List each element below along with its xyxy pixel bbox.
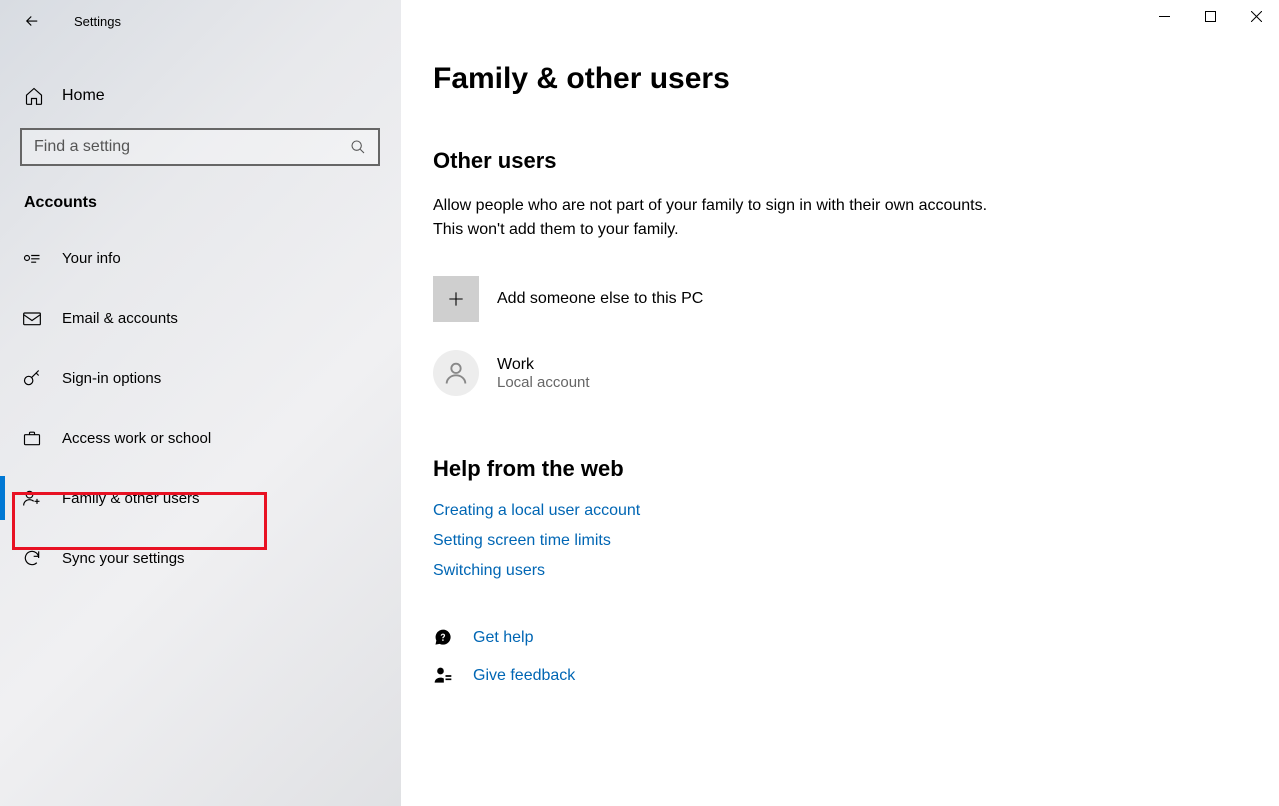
sidebar-item-email-accounts[interactable]: Email & accounts — [0, 288, 401, 348]
account-name: Work — [497, 356, 590, 374]
sidebar-section-header: Accounts — [0, 166, 401, 228]
help-link-switch-users[interactable]: Switching users — [433, 562, 1229, 580]
sync-icon — [22, 548, 42, 568]
titlebar: Settings — [0, 0, 401, 42]
help-link-screen-time[interactable]: Setting screen time limits — [433, 532, 1229, 550]
sidebar-item-family-other-users[interactable]: Family & other users — [0, 468, 401, 528]
home-icon — [24, 86, 44, 106]
id-card-icon — [22, 248, 42, 268]
home-nav[interactable]: Home — [0, 72, 401, 120]
other-users-header: Other users — [433, 148, 1229, 174]
search-input[interactable] — [34, 138, 350, 156]
search-icon — [350, 139, 366, 155]
give-feedback-row[interactable]: Give feedback — [433, 666, 1229, 686]
search-box[interactable] — [20, 128, 380, 166]
page-title: Family & other users — [433, 62, 1229, 96]
close-button[interactable] — [1233, 0, 1279, 32]
sidebar-item-signin-options[interactable]: Sign-in options — [0, 348, 401, 408]
feedback-icon — [433, 666, 453, 686]
nav-label: Email & accounts — [62, 310, 178, 327]
maximize-icon — [1205, 11, 1216, 22]
people-add-icon — [22, 488, 42, 508]
sidebar: Settings Home Accounts Your info — [0, 0, 401, 806]
minimize-icon — [1159, 16, 1170, 17]
chat-help-icon — [433, 628, 453, 648]
window-title: Settings — [74, 14, 121, 29]
mail-icon — [22, 308, 42, 328]
add-user-button[interactable]: Add someone else to this PC — [433, 276, 1229, 322]
maximize-button[interactable] — [1187, 0, 1233, 32]
back-button[interactable] — [22, 11, 42, 31]
minimize-button[interactable] — [1141, 0, 1187, 32]
avatar-icon — [433, 350, 479, 396]
briefcase-icon — [22, 428, 42, 448]
help-header: Help from the web — [433, 456, 1229, 482]
nav-label: Access work or school — [62, 430, 211, 447]
sidebar-item-access-work[interactable]: Access work or school — [0, 408, 401, 468]
give-feedback-link: Give feedback — [473, 667, 575, 685]
plus-icon — [433, 276, 479, 322]
user-account-row[interactable]: Work Local account — [433, 350, 1229, 396]
sidebar-item-sync-settings[interactable]: Sync your settings — [0, 528, 401, 588]
sidebar-item-your-info[interactable]: Your info — [0, 228, 401, 288]
nav-label: Sign-in options — [62, 370, 161, 387]
help-link-create-account[interactable]: Creating a local user account — [433, 502, 1229, 520]
arrow-left-icon — [23, 12, 41, 30]
home-label: Home — [62, 87, 105, 105]
main-content: Family & other users Other users Allow p… — [401, 0, 1279, 806]
add-user-label: Add someone else to this PC — [497, 290, 703, 308]
key-icon — [22, 368, 42, 388]
other-users-description: Allow people who are not part of your fa… — [433, 194, 993, 242]
window-controls — [1141, 0, 1279, 32]
get-help-link: Get help — [473, 629, 533, 647]
nav-label: Family & other users — [62, 490, 200, 507]
account-type: Local account — [497, 374, 590, 391]
nav-label: Sync your settings — [62, 550, 185, 567]
nav-list: Your info Email & accounts Sign-in optio… — [0, 228, 401, 588]
nav-label: Your info — [62, 250, 121, 267]
close-icon — [1251, 11, 1262, 22]
get-help-row[interactable]: Get help — [433, 628, 1229, 648]
